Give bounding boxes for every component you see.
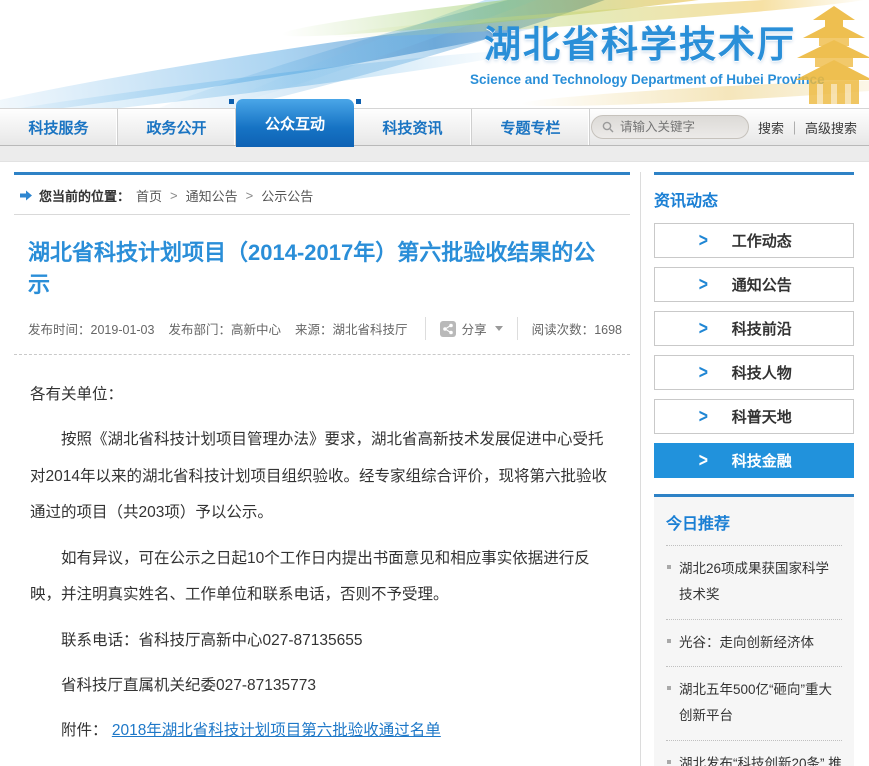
share-dropdown-caret-icon [495,326,503,331]
article-meta: 发布时间：2019-01-03 发布部门：高新中心 来源：湖北省科技厅 分享 阅… [14,309,630,355]
site-title: 湖北省科学技术厅 [470,14,810,68]
paragraph: 如有异议，可在公示之日起10个工作日内提出书面意见和相应事实依据进行反映，并注明… [30,541,614,614]
column-divider [640,172,641,766]
sidebar-item-work-news[interactable]: > 工作动态 [654,223,854,258]
recommend-item[interactable]: 光谷：走向创新经济体 [666,619,842,666]
nav-tab-special-columns[interactable]: 专题专栏 [472,109,590,145]
bullet-square-icon [667,760,671,764]
search-links: 搜索 ｜ 高级搜索 [758,118,857,137]
share-icon [440,321,456,337]
chevron-right-icon: > [699,229,708,251]
publish-department: 发布部门：高新中心 [168,319,281,338]
chevron-right-icon: > [699,361,708,383]
sidebar-item-notices[interactable]: > 通知公告 [654,267,854,302]
main-nav: 科技服务 政务公开 公众互动 科技资讯 专题专栏 搜索｜高级搜索 [0,108,869,146]
breadcrumb-notices-link[interactable]: 通知公告 [186,186,238,205]
recommend-item[interactable]: 湖北发布“科技创新20条” 推动形成区域创新发展新格局 [666,740,842,766]
recommend-item[interactable]: 湖北五年500亿“砸向”重大创新平台 [666,666,842,740]
search-button[interactable]: 搜索 [758,121,784,136]
attachment-link[interactable]: 2018年湖北省科技计划项目第六批验收通过名单 [112,722,441,739]
breadcrumb-home-link[interactable]: 首页 [136,186,162,205]
nav-tab-tech-news[interactable]: 科技资讯 [354,109,472,145]
article-source: 来源：湖北省科技厅 [295,319,408,338]
salutation: 各有关单位： [30,377,614,413]
news-nav-title: 资讯动态 [654,187,854,211]
breadcrumb-separator: > [246,188,254,203]
site-subtitle: Science and Technology Department of Hub… [470,72,810,87]
sidebar: 资讯动态 > 工作动态 > 通知公告 > 科技前沿 > 科技人物 > 科普天地 [654,172,854,766]
search-area: 搜索 ｜ 高级搜索 [591,109,869,145]
publish-time: 发布时间：2019-01-03 [28,319,154,338]
bullet-square-icon [667,565,671,569]
news-nav-panel: 资讯动态 > 工作动态 > 通知公告 > 科技前沿 > 科技人物 > 科普天地 [654,172,854,478]
sidebar-item-tech-frontier[interactable]: > 科技前沿 [654,311,854,346]
search-input[interactable] [620,120,736,134]
paragraph: 按照《湖北省科技计划项目管理办法》要求，湖北省高新技术发展促进中心受托对2014… [30,422,614,531]
sidebar-item-tech-people[interactable]: > 科技人物 [654,355,854,390]
chevron-right-icon: > [699,317,708,339]
search-icon [602,121,614,133]
chevron-right-icon: > [699,405,708,427]
chevron-right-icon: > [699,449,708,471]
advanced-search-link[interactable]: 高级搜索 [805,121,857,136]
nav-tab-tech-services[interactable]: 科技服务 [0,109,118,145]
breadcrumb-prefix: 您当前的位置： [39,186,130,205]
article-title: 湖北省科技计划项目（2014-2017年）第六批验收结果的公示 [14,215,630,309]
breadcrumb-public-notice-link[interactable]: 公示公告 [261,186,313,205]
yellow-crane-tower-icon [795,4,869,104]
breadcrumb-arrow-icon [20,190,33,201]
article-column: 您当前的位置： 首页 > 通知公告 > 公示公告 湖北省科技计划项目（2014-… [14,172,630,766]
site-header: 湖北省科学技术厅 Science and Technology Departme… [0,0,869,108]
chevron-right-icon: > [699,273,708,295]
bullet-square-icon [667,686,671,690]
breadcrumb-separator: > [170,188,178,203]
sidebar-item-science-world[interactable]: > 科普天地 [654,399,854,434]
article-body: 各有关单位： 按照《湖北省科技计划项目管理办法》要求，湖北省高新技术发展促进中心… [14,355,630,766]
share-control[interactable]: 分享 [425,317,518,340]
attachment-line: 附件： 2018年湖北省科技计划项目第六批验收通过名单 [30,713,614,749]
bullet-square-icon [667,639,671,643]
sub-nav-band [0,146,869,162]
today-recommend-panel: 今日推荐 湖北26项成果获国家科学技术奖 光谷：走向创新经济体 湖北五年500亿… [654,494,854,766]
site-brand: 湖北省科学技术厅 Science and Technology Departme… [470,14,810,87]
recommend-item[interactable]: 湖北26项成果获国家科学技术奖 [666,545,842,619]
sidebar-item-tech-finance[interactable]: > 科技金融 [654,443,854,478]
nav-tab-public-interaction[interactable]: 公众互动 [236,99,354,147]
search-links-divider: ｜ [788,121,801,136]
breadcrumb: 您当前的位置： 首页 > 通知公告 > 公示公告 [14,175,630,215]
discipline-phone-line: 省科技厅直属机关纪委027-87135773 [30,668,614,704]
contact-phone-line: 联系电话：省科技厅高新中心027-87135655 [30,623,614,659]
nav-tab-gov-affairs[interactable]: 政务公开 [118,109,236,145]
today-recommend-title: 今日推荐 [666,510,842,545]
attachment-label: 附件： [61,722,108,739]
read-count: 阅读次数：1698 [518,319,622,338]
main-area: 您当前的位置： 首页 > 通知公告 > 公示公告 湖北省科技计划项目（2014-… [0,162,869,766]
search-box[interactable] [591,115,749,139]
share-label: 分享 [462,319,487,338]
